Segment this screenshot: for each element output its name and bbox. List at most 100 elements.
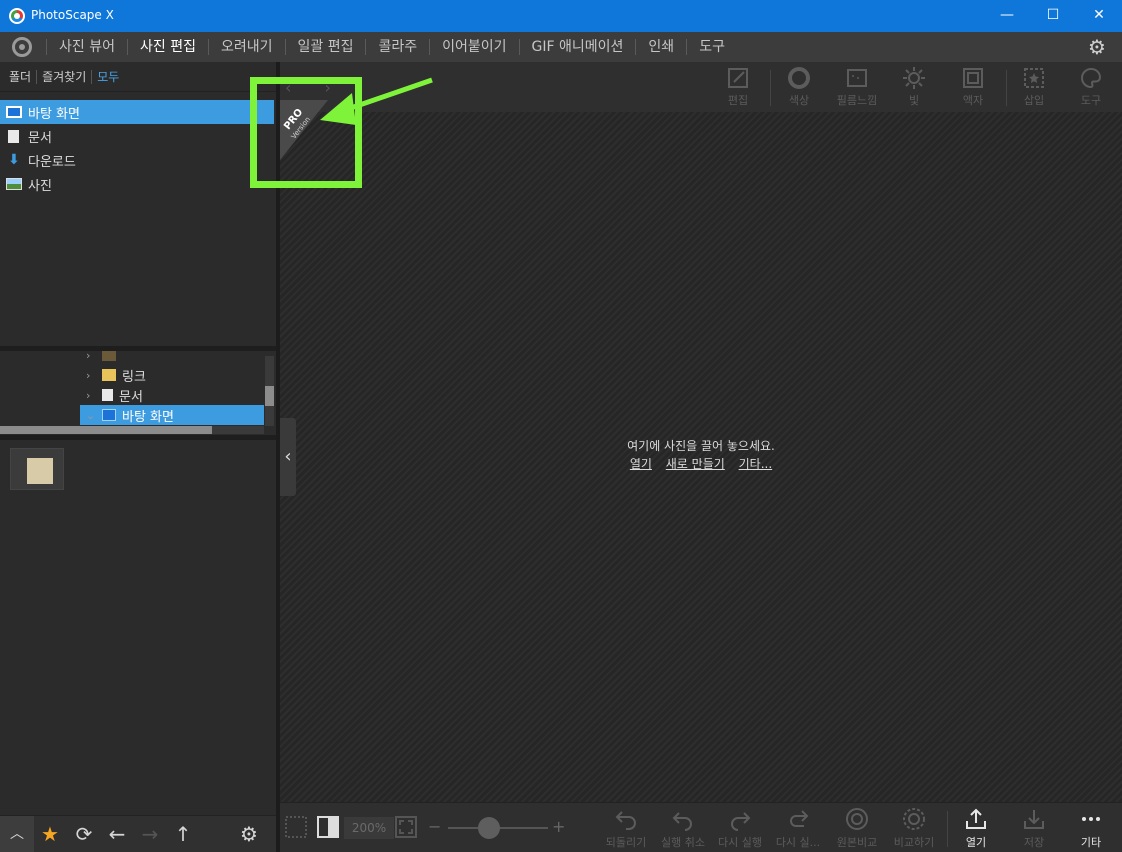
- star-icon[interactable]: ★: [38, 822, 62, 846]
- button-label: 다시 실...: [775, 836, 821, 849]
- tab-folder[interactable]: 폴더: [4, 70, 36, 84]
- menu-print[interactable]: 인쇄: [635, 39, 686, 55]
- thumbnail-area: [0, 440, 276, 815]
- tool-color[interactable]: 색상: [769, 66, 829, 108]
- open-link[interactable]: 열기: [630, 457, 652, 471]
- zoom-in-icon[interactable]: +: [552, 817, 565, 836]
- tree-row-partial[interactable]: ›: [80, 351, 122, 365]
- tab-favorites[interactable]: 즐겨찾기: [36, 69, 91, 84]
- menu-photo-editor[interactable]: 사진 편집: [126, 39, 208, 55]
- menu-cut-out[interactable]: 오려내기: [207, 39, 285, 55]
- undo-all-button[interactable]: 되돌리기: [596, 807, 656, 850]
- grid-select-icon[interactable]: [284, 815, 308, 839]
- title-bar: PhotoScape X — ☐ ✕: [0, 0, 1122, 32]
- chevron-down-icon: ⌄: [86, 408, 96, 422]
- button-label: 다시 실행: [718, 836, 762, 849]
- folder-tree: › › 링크 › 문서 ⌄ 바탕 화면: [0, 351, 276, 435]
- button-label: 열기: [965, 836, 987, 849]
- menu-gif[interactable]: GIF 애니메이션: [518, 39, 636, 55]
- tool-label: 액자: [962, 94, 984, 107]
- tab-all[interactable]: 모두: [91, 69, 124, 84]
- button-label: 실행 취소: [661, 836, 705, 849]
- undo-button[interactable]: 실행 취소: [653, 807, 713, 850]
- split-view-icon[interactable]: [316, 815, 340, 839]
- tree-row-desktop[interactable]: ⌄ 바탕 화면: [80, 405, 264, 425]
- button-label: 기타: [1080, 836, 1102, 849]
- editor-bottom-toolbar: 200% − + 되돌리기 실행 취소 다시 실행 다시 실... 원본비교 비…: [280, 802, 1122, 852]
- open-button[interactable]: 열기: [946, 807, 1006, 850]
- zoom-field[interactable]: 200%: [344, 817, 394, 839]
- photoscape-logo-icon[interactable]: [12, 37, 32, 57]
- tool-light[interactable]: 빛: [884, 66, 944, 108]
- link-folder-icon: [102, 369, 116, 381]
- menu-collage[interactable]: 콜라주: [365, 39, 429, 55]
- save-button[interactable]: 저장: [1004, 807, 1064, 850]
- tool-label: 필름느낌: [836, 94, 878, 107]
- main-menu-bar: 사진 뷰어 사진 편집 오려내기 일괄 편집 콜라주 이어붙이기 GIF 애니메…: [0, 32, 1122, 62]
- arrow-up-icon[interactable]: ↑: [171, 822, 195, 846]
- canvas-links: 열기 새로 만들기 기타...: [280, 455, 1122, 472]
- edit-icon: [728, 68, 748, 88]
- scrollbar-thumb[interactable]: [265, 386, 274, 406]
- new-link[interactable]: 새로 만들기: [666, 457, 725, 471]
- zoom-slider-knob[interactable]: [478, 817, 500, 839]
- more-dots-icon: [1082, 817, 1100, 821]
- tree-vertical-scrollbar[interactable]: [265, 356, 274, 426]
- more-button[interactable]: 기타: [1061, 807, 1121, 850]
- scrollbar-thumb[interactable]: [0, 426, 212, 434]
- document-icon: [102, 389, 113, 401]
- tool-edit[interactable]: 편집: [708, 66, 768, 108]
- gear-icon[interactable]: ⚙: [237, 822, 261, 846]
- chevron-up-icon[interactable]: ︿: [0, 816, 34, 852]
- app-icon: [9, 8, 25, 24]
- original-compare-button[interactable]: 원본비교: [827, 807, 887, 850]
- tool-label: 빛: [908, 94, 920, 107]
- image-thumbnail[interactable]: [10, 448, 64, 490]
- compare-icon: [903, 808, 925, 830]
- arrow-right-icon[interactable]: →: [138, 822, 162, 846]
- tree-row-documents[interactable]: › 문서: [80, 385, 143, 405]
- collapse-panel-button[interactable]: ‹: [280, 418, 296, 496]
- redo-icon: [731, 812, 751, 831]
- menu-tools[interactable]: 도구: [686, 39, 737, 55]
- maximize-button[interactable]: ☐: [1030, 0, 1076, 32]
- menu-combine[interactable]: 이어붙이기: [429, 39, 518, 55]
- fit-screen-icon[interactable]: [394, 815, 418, 839]
- gear-icon[interactable]: ⚙: [1088, 37, 1108, 57]
- refresh-icon[interactable]: ⟳: [72, 822, 96, 846]
- monitor-icon: [6, 106, 22, 118]
- more-link[interactable]: 기타...: [739, 457, 773, 471]
- menu-items: 사진 뷰어 사진 편집 오려내기 일괄 편집 콜라주 이어붙이기 GIF 애니메…: [46, 32, 737, 62]
- redo-button[interactable]: 다시 실행: [710, 807, 770, 850]
- menu-batch[interactable]: 일괄 편집: [284, 39, 366, 55]
- zoom-out-icon[interactable]: −: [428, 817, 441, 836]
- places-list: 바탕 화면 문서 ⬇ 다운로드 사진: [0, 100, 276, 196]
- minimize-button[interactable]: —: [984, 0, 1030, 32]
- tool-insert[interactable]: 삽입: [1004, 66, 1064, 108]
- folder-icon: [102, 351, 116, 361]
- tool-film[interactable]: 필름느낌: [827, 66, 887, 108]
- tree-row-links[interactable]: › 링크: [80, 365, 146, 385]
- download-icon: ⬇: [8, 152, 20, 168]
- close-button[interactable]: ✕: [1076, 0, 1122, 32]
- film-icon: [847, 69, 867, 87]
- undo-icon: [672, 812, 692, 831]
- sun-icon: [903, 67, 925, 89]
- arrow-left-icon[interactable]: ←: [105, 822, 129, 846]
- place-documents[interactable]: 문서: [0, 124, 274, 148]
- place-downloads[interactable]: ⬇ 다운로드: [0, 148, 274, 172]
- tool-label: 삽입: [1023, 94, 1045, 107]
- editor-top-toolbar: 편집 색상 필름느낌 빛 액자 삽입 도구: [280, 62, 1122, 112]
- redo-all-button[interactable]: 다시 실...: [768, 807, 828, 850]
- frame-icon: [963, 68, 983, 88]
- compare-button[interactable]: 비교하기: [884, 807, 944, 850]
- menu-photo-viewer[interactable]: 사진 뷰어: [46, 39, 127, 55]
- place-desktop[interactable]: 바탕 화면: [0, 100, 274, 124]
- place-pictures[interactable]: 사진: [0, 172, 274, 196]
- tool-frame[interactable]: 액자: [943, 66, 1003, 108]
- highlight-annotation: [250, 77, 362, 188]
- undo-all-icon: [615, 811, 636, 830]
- tree-horizontal-scrollbar[interactable]: [0, 426, 264, 434]
- tool-tools[interactable]: 도구: [1061, 66, 1121, 108]
- place-label: 문서: [28, 130, 52, 146]
